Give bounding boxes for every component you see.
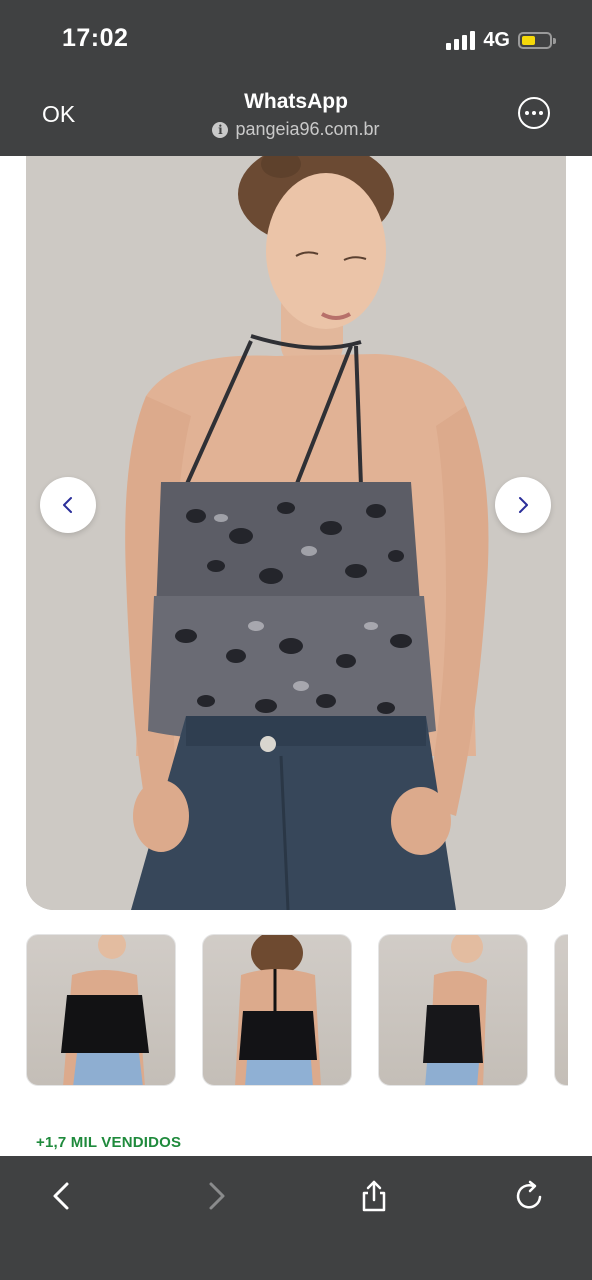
forward-button[interactable]: [196, 1176, 236, 1216]
thumbnail-side[interactable]: [378, 934, 528, 1086]
back-button[interactable]: [42, 1176, 82, 1216]
battery-icon: [518, 31, 556, 49]
reload-button[interactable]: [510, 1176, 550, 1216]
share-icon: [362, 1180, 386, 1212]
gallery-prev-button[interactable]: [40, 477, 96, 533]
thumbnail-strip: [24, 934, 568, 1086]
back-icon: [53, 1182, 69, 1210]
thumbnail-back[interactable]: [202, 934, 352, 1086]
forward-icon: [209, 1182, 225, 1210]
reload-icon: [516, 1180, 542, 1209]
status-time: 17:02: [62, 24, 129, 52]
network-type: 4G: [483, 28, 510, 51]
info-icon[interactable]: i: [212, 121, 229, 138]
model-illustration: [26, 156, 566, 910]
sold-count: +1,7 MIL VENDIDOS: [36, 1134, 182, 1151]
thumbnail-next[interactable]: [554, 934, 568, 1086]
top-chrome: 17:02 4G OK WhatsApp i pangeia96.com.br: [0, 0, 592, 156]
browser-title: WhatsApp: [244, 90, 348, 113]
thumbnail-front[interactable]: [26, 934, 176, 1086]
browser-url[interactable]: i pangeia96.com.br: [0, 119, 592, 140]
chevron-left-icon: [63, 497, 72, 513]
url-text: pangeia96.com.br: [235, 119, 380, 139]
gallery-next-button[interactable]: [495, 477, 551, 533]
browser-toolbar: [0, 1156, 592, 1280]
share-button[interactable]: [354, 1176, 394, 1216]
signal-icon: [446, 30, 476, 50]
chevron-right-icon: [519, 497, 528, 513]
status-indicators: 4G: [446, 28, 556, 52]
more-options-button[interactable]: [518, 97, 550, 129]
product-main-image[interactable]: [26, 156, 566, 910]
